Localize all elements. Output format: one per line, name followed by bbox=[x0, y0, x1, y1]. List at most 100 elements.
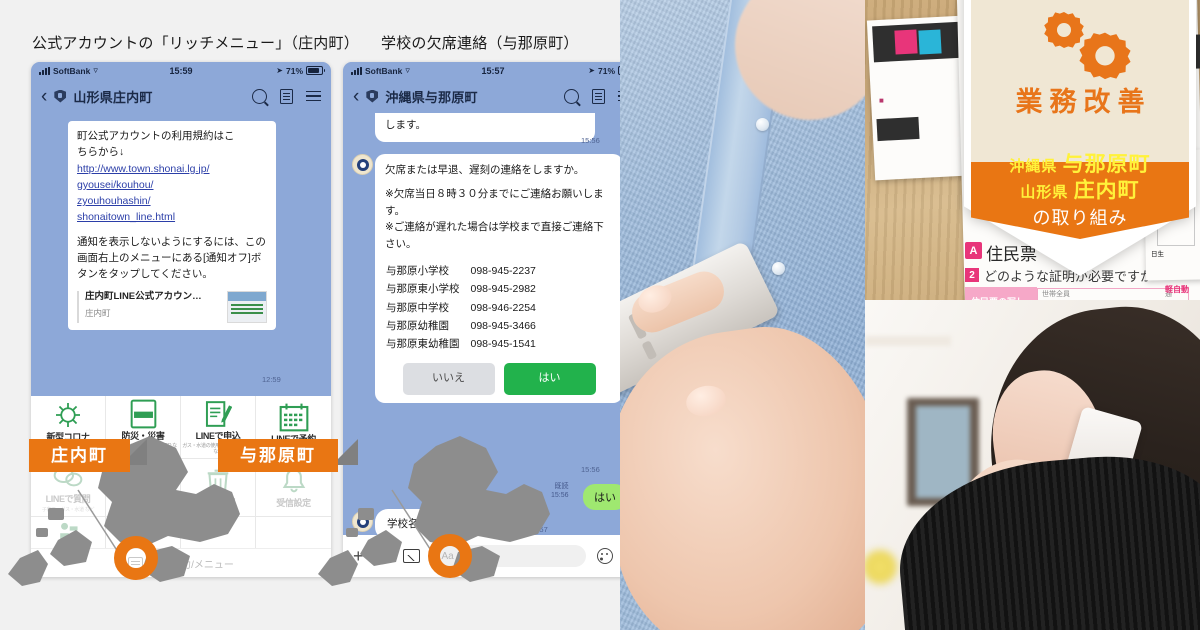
rich-menu-item-apply[interactable]: LINEで申込 ガス・水道の使用 イベント申込み など bbox=[181, 396, 256, 460]
chat-navbar-a: ‹ 山形県庄内町 bbox=[31, 79, 331, 113]
notes-icon[interactable] bbox=[592, 88, 605, 104]
shelf bbox=[865, 336, 951, 346]
caption-right: 学校の欠席連絡（与那原町） bbox=[381, 35, 579, 52]
chat-title-a: 山形県庄内町 bbox=[73, 89, 153, 105]
banner-line-3: の取り組み bbox=[1032, 208, 1128, 228]
school-name: 与那原幼稚園 bbox=[386, 319, 449, 332]
camera-icon[interactable] bbox=[374, 549, 392, 563]
message-bubble-absence-form: 欠席または早退、遅刻の連絡をしますか。 ※欠席当日８時３０分までにご連絡お願いし… bbox=[375, 154, 620, 403]
absence-note-1: ※欠席当日８時３０分までにご連絡お願いします。 bbox=[385, 187, 604, 217]
banner-pref-yamagata: 山形県 bbox=[1020, 184, 1069, 201]
search-icon[interactable] bbox=[564, 88, 579, 104]
msg-line-2: ちらから↓ bbox=[77, 146, 125, 159]
pink-tab bbox=[894, 29, 918, 55]
rich-menu-item-garbage[interactable]: ごみ分別 bbox=[181, 459, 256, 517]
status-clock-b: 15:57 bbox=[481, 65, 505, 76]
chat-navbar-b: ‹ 沖縄県与那原町 bbox=[343, 79, 620, 113]
no-button[interactable]: いいえ bbox=[402, 363, 495, 395]
status-right-b: ➤ 71% bbox=[588, 66, 620, 76]
rich-menu-item-reserve[interactable]: LINEで予約 マイナンバー交付 子育て相談 など bbox=[256, 396, 331, 460]
photo-icon[interactable] bbox=[402, 549, 420, 563]
form-black-block bbox=[876, 116, 920, 142]
message-input[interactable]: Aa bbox=[430, 545, 586, 567]
notes-icon[interactable] bbox=[280, 88, 293, 104]
emoji-icon[interactable] bbox=[597, 548, 613, 564]
terms-url-line-1[interactable]: http://www.town.shonai.lg.jp/ bbox=[77, 161, 267, 177]
location-icon: ➤ bbox=[276, 66, 283, 75]
bousai-book-icon bbox=[130, 399, 157, 429]
back-icon[interactable]: ‹ bbox=[353, 87, 359, 106]
rich-menu-label: ごみ分別 bbox=[200, 498, 236, 509]
form-pencil-icon bbox=[204, 399, 232, 429]
table-row: 与那原小学校 098-945-2237 bbox=[385, 262, 537, 280]
message-bubble-partial: します。 bbox=[375, 113, 595, 142]
link-preview-subtitle: 庄内町 bbox=[85, 307, 111, 318]
rich-menu-item-notify-settings[interactable]: 受信設定 bbox=[256, 459, 331, 517]
location-icon: ➤ bbox=[588, 66, 595, 75]
calendar-icon bbox=[279, 402, 309, 432]
rich-menu-item-corona[interactable]: 新型コロナ ウイルス関連 bbox=[31, 396, 106, 460]
rich-menu-item-bousai[interactable]: 防災・災害 避難所、ハザードマップ AED など bbox=[106, 396, 181, 460]
table-row: 与那原幼稚園 098-945-3466 bbox=[385, 317, 537, 335]
my-message-bubble: はい bbox=[583, 484, 620, 510]
line-app-screen-b: SoftBank ▿ 15:57 ➤ 71% ‹ 沖縄県与那原町 します。 15… bbox=[343, 62, 620, 577]
banner-line-2: 山形県 庄内町 bbox=[964, 174, 1196, 204]
rich-menu-label: 防災・災害 bbox=[121, 431, 165, 441]
keyboard-icon[interactable] bbox=[128, 557, 144, 569]
partial-bubble-text: します。 bbox=[385, 119, 426, 131]
terms-url-line-4[interactable]: shonaitown_line.html bbox=[77, 209, 267, 225]
chat-title-b: 沖縄県与那原町 bbox=[385, 89, 478, 105]
avatar bbox=[352, 511, 373, 532]
rich-menu-label: LINEで申込 bbox=[195, 431, 241, 441]
school-name: 与那原東小学校 bbox=[386, 283, 460, 296]
school-name: 与那原中学校 bbox=[386, 301, 449, 314]
msg-line-1: 町公式アカウントの利用規約はこ bbox=[77, 130, 235, 142]
confirm-buttons: いいえ はい bbox=[385, 363, 613, 395]
verified-badge-icon bbox=[54, 89, 67, 103]
read-label: 既読 bbox=[554, 483, 569, 490]
read-receipt: 既読 15:56 bbox=[551, 483, 569, 501]
absence-note-2: ※ご連絡が遅れた場合は学校まで直接ご連絡下さい。 bbox=[385, 221, 604, 251]
back-icon[interactable]: ‹ bbox=[41, 87, 47, 106]
read-time: 15:56 bbox=[551, 491, 569, 499]
row-value-1: 世帯全員 bbox=[1042, 291, 1070, 298]
rich-menu-label: LINEで予約 bbox=[271, 434, 316, 444]
chat-icon bbox=[53, 462, 83, 492]
navbar-icons-b bbox=[564, 88, 620, 104]
plus-icon[interactable]: + bbox=[353, 547, 364, 565]
avatar bbox=[352, 154, 373, 175]
banner-title: 業務改善 bbox=[1015, 87, 1152, 117]
chat-body-b: します。 15:56 欠席または早退、遅刻の連絡をしますか。 ※欠席当日８時３０… bbox=[343, 113, 620, 577]
rich-menu-item-disaster-contact[interactable]: 防災連絡 除雪・道路などの通報 bbox=[106, 459, 181, 517]
school-tel: 098-945-2237 bbox=[470, 264, 536, 277]
absence-question: 欠席または早退、遅刻の連絡をしますか。 bbox=[385, 164, 585, 176]
message-timestamp-a: 12:59 bbox=[262, 375, 281, 384]
message-bubble-terms: 町公式アカウントの利用規約はこ ちらから↓ http://www.town.sh… bbox=[68, 121, 276, 331]
yes-button[interactable]: はい bbox=[503, 363, 596, 395]
terms-url-line-3[interactable]: zyouhouhashin/ bbox=[77, 193, 267, 209]
line-app-screen-a: SoftBank ▿ 15:59 ➤ 71% ‹ 山形県庄内町 町公式アカウント… bbox=[31, 62, 331, 577]
link-preview-thumbnail bbox=[227, 291, 267, 324]
verified-badge-icon bbox=[366, 89, 379, 103]
shirt-button bbox=[756, 118, 769, 131]
school-tel: 098-945-1541 bbox=[470, 338, 536, 351]
school-phone-table: 与那原小学校 098-945-2237 与那原東小学校 098-945-2982… bbox=[385, 262, 537, 353]
battery-percent-a: 71% bbox=[285, 65, 303, 76]
school-tel: 098-946-2254 bbox=[470, 301, 536, 314]
rich-menu-sub: 子育て、ガス・水道 など bbox=[41, 506, 95, 513]
rich-menu-item-question[interactable]: LINEで質問 子育て、ガス・水道 など bbox=[31, 459, 106, 517]
school-name: 与那原小学校 bbox=[386, 264, 449, 277]
hamburger-menu-icon[interactable] bbox=[306, 90, 321, 102]
link-preview-card[interactable]: 庄内町LINE公式アカウン… 庄内町 bbox=[77, 291, 267, 324]
battery-icon bbox=[618, 65, 620, 76]
phone-screenshot-yonabaru: SoftBank ▿ 15:57 ➤ 71% ‹ 沖縄県与那原町 します。 15… bbox=[343, 62, 620, 577]
banner-town-yonabaru: 与那原町 bbox=[1062, 153, 1151, 176]
hand-icon bbox=[55, 520, 81, 550]
search-icon[interactable] bbox=[252, 88, 267, 104]
status-right-a: ➤ 71% bbox=[276, 65, 325, 76]
trash-icon bbox=[206, 466, 230, 496]
rich-menu-grid: 新型コロナ ウイルス関連 防災・災害 避難所、ハザードマップ AED など LI… bbox=[31, 396, 331, 575]
navbar-icons-a bbox=[252, 88, 321, 104]
rich-menu-bottom-bar[interactable]: 文字入力/メニュー bbox=[31, 548, 331, 577]
terms-url-line-2[interactable]: gyousei/kouhou/ bbox=[77, 177, 267, 193]
